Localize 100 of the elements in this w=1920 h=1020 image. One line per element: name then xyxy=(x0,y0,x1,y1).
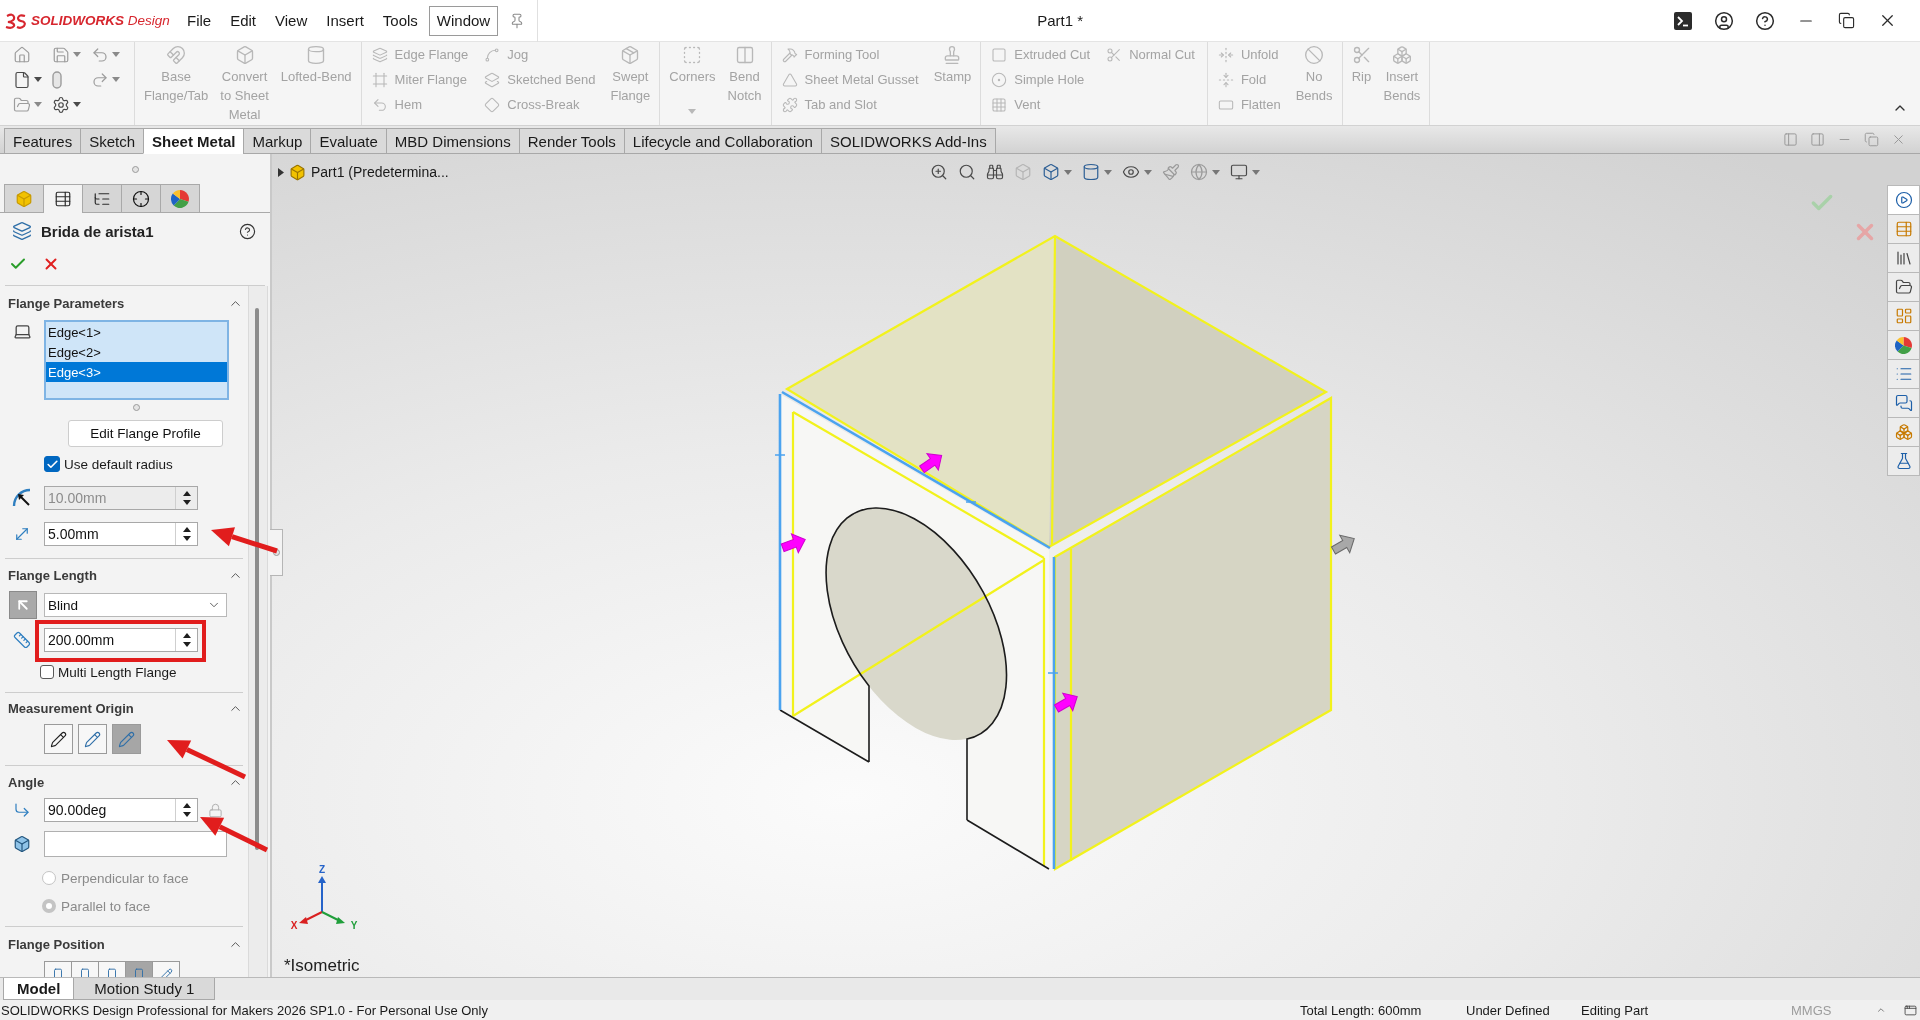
task-pane-tab[interactable] xyxy=(1887,446,1920,476)
tab[interactable]: Sketch xyxy=(80,128,145,154)
tab[interactable]: Lifecycle and Collaboration xyxy=(623,128,822,154)
tab[interactable]: Motion Study 1 xyxy=(73,978,216,1000)
tab[interactable]: Render Tools xyxy=(518,128,625,154)
task-pane-tab[interactable] xyxy=(1887,185,1920,215)
tab[interactable]: Markup xyxy=(243,128,312,154)
table-icon[interactable] xyxy=(54,190,72,208)
menu-item[interactable]: File xyxy=(179,5,220,36)
crosshair-icon[interactable] xyxy=(132,189,150,208)
scrollbar-thumb[interactable] xyxy=(255,308,259,850)
menu-item[interactable]: Edit xyxy=(222,5,265,36)
down-triangle-icon[interactable] xyxy=(182,536,191,541)
manager-tab[interactable] xyxy=(43,184,83,213)
list-item[interactable]: Edge<2> xyxy=(46,342,227,362)
tab[interactable]: Sheet Metal xyxy=(143,128,245,154)
menu-item[interactable]: Tools xyxy=(374,5,426,36)
puzzle-icon[interactable] xyxy=(781,96,798,113)
dropdown[interactable]: Blind xyxy=(44,593,227,617)
binoculars-icon[interactable] xyxy=(986,163,1004,181)
caret-right-icon[interactable] xyxy=(278,167,284,177)
up-triangle-icon[interactable] xyxy=(182,633,191,638)
columns-icon[interactable] xyxy=(734,45,755,65)
boxes-icon[interactable] xyxy=(1894,423,1913,441)
color-wheel-icon[interactable] xyxy=(1895,336,1912,354)
checkbox[interactable] xyxy=(40,665,54,679)
prohibition-icon[interactable] xyxy=(1304,45,1325,65)
breadcrumb-text[interactable]: Part1 (Predetermina... xyxy=(311,164,449,180)
window-icon[interactable] xyxy=(1903,1003,1917,1017)
menu-item[interactable]: View xyxy=(267,5,316,36)
tab[interactable]: MBD Dimensions xyxy=(385,128,520,154)
help-icon[interactable] xyxy=(239,222,256,240)
chat-icon[interactable] xyxy=(1894,394,1913,412)
scissors-icon[interactable] xyxy=(1106,46,1123,63)
down-triangle-icon[interactable] xyxy=(182,812,191,817)
list-item[interactable]: Edge<1> xyxy=(46,322,227,342)
x-mark-icon[interactable] xyxy=(42,255,60,273)
spline-icon[interactable] xyxy=(484,46,501,63)
checkbox[interactable] xyxy=(44,456,60,472)
dashed-square-icon[interactable] xyxy=(682,45,703,65)
down-triangle-icon[interactable] xyxy=(182,642,191,647)
tab[interactable]: SOLIDWORKS Add-Ins xyxy=(820,128,996,154)
search-icon[interactable] xyxy=(958,163,976,181)
list-icon[interactable] xyxy=(1894,365,1913,383)
play-circle-icon[interactable] xyxy=(1894,191,1913,209)
manager-tab[interactable] xyxy=(160,184,200,212)
eye-icon[interactable] xyxy=(1122,163,1140,181)
fold-arrows-icon[interactable] xyxy=(1217,46,1234,63)
menu-item[interactable]: Insert xyxy=(318,5,372,36)
boxes-icon[interactable] xyxy=(1391,45,1412,65)
tab[interactable]: Model xyxy=(3,978,75,1000)
circle-dot-icon[interactable] xyxy=(991,71,1008,88)
globe-icon[interactable] xyxy=(1190,163,1208,181)
grip-handle-icon[interactable] xyxy=(131,165,139,173)
magnet-icon[interactable] xyxy=(166,45,187,65)
splitter-handle[interactable] xyxy=(270,529,283,576)
user-icon[interactable] xyxy=(1713,10,1734,31)
task-pane-tab[interactable] xyxy=(1887,330,1920,360)
dashboard-icon[interactable] xyxy=(1894,307,1913,325)
panel-right-icon[interactable] xyxy=(1810,132,1825,147)
up-triangle-icon[interactable] xyxy=(182,803,191,808)
layers-icon[interactable] xyxy=(484,71,501,88)
u-turn-arrow-icon[interactable] xyxy=(371,96,388,113)
selection-field[interactable] xyxy=(44,831,227,857)
grip-handle-icon[interactable] xyxy=(272,549,280,556)
manager-tab[interactable] xyxy=(82,184,122,212)
number-field[interactable]: 200.00mm xyxy=(44,628,198,652)
measurement-origin-button[interactable] xyxy=(44,724,73,754)
menu-item[interactable]: Window xyxy=(428,5,499,36)
units-label[interactable]: MMGS xyxy=(1791,1002,1862,1018)
cylinder-icon[interactable] xyxy=(1082,163,1100,181)
paintbrush-icon[interactable] xyxy=(1162,163,1180,181)
restore-icon[interactable] xyxy=(1838,12,1855,29)
zoom-in-icon[interactable] xyxy=(930,163,948,181)
library-icon[interactable] xyxy=(1894,249,1913,267)
flask-icon[interactable] xyxy=(1894,452,1913,470)
diamond-icon[interactable] xyxy=(484,96,501,113)
task-pane-tab[interactable] xyxy=(1887,272,1920,302)
folder-icon[interactable] xyxy=(1894,278,1913,296)
manager-tab[interactable] xyxy=(121,184,161,212)
tab[interactable]: Evaluate xyxy=(310,128,387,154)
up-triangle-icon[interactable] xyxy=(182,527,191,532)
layers-icon[interactable] xyxy=(371,46,388,63)
hammer-icon[interactable] xyxy=(781,46,798,63)
monitor-icon[interactable] xyxy=(1230,163,1248,181)
edit-flange-profile-button[interactable]: Edit Flange Profile xyxy=(68,420,223,447)
grip-handle-icon[interactable] xyxy=(132,403,140,411)
panel-left-icon[interactable] xyxy=(1783,132,1798,147)
color-wheel-icon[interactable] xyxy=(171,189,189,208)
help-icon[interactable] xyxy=(1754,10,1775,31)
task-pane-tab[interactable] xyxy=(1887,388,1920,418)
number-field[interactable]: 5.00mm xyxy=(44,522,198,546)
tab[interactable]: Features xyxy=(4,128,82,154)
terminal-icon[interactable] xyxy=(1672,10,1693,31)
reverse-direction-button[interactable] xyxy=(9,591,37,619)
number-field[interactable]: 90.00deg xyxy=(44,798,198,822)
edge-list[interactable]: Edge<1> Edge<2> Edge<3> xyxy=(44,320,229,400)
cube-icon[interactable] xyxy=(1042,163,1060,181)
scrollbar-track[interactable] xyxy=(248,286,268,977)
triangle-icon[interactable] xyxy=(781,71,798,88)
